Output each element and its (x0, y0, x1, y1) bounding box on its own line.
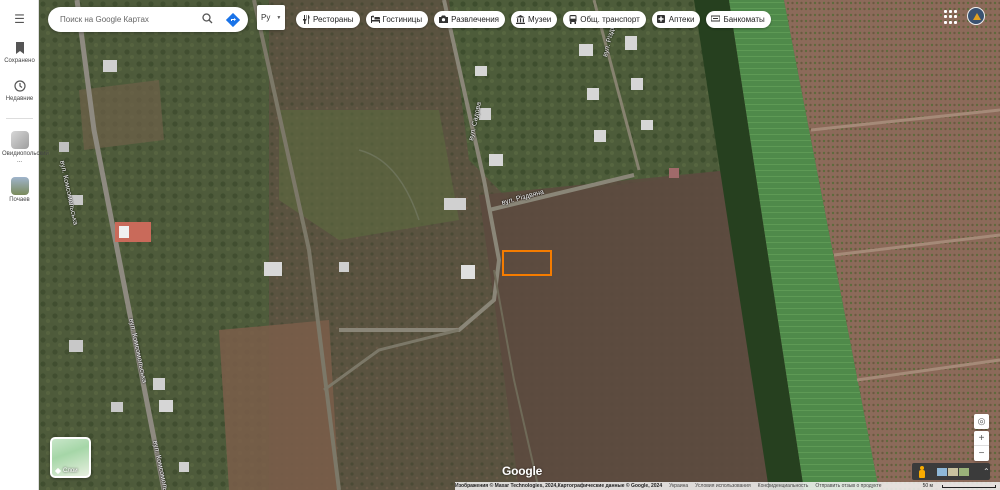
footer-link-country[interactable]: Украина (669, 483, 688, 489)
sidebar-item-recent[interactable]: Недавние (0, 80, 39, 102)
place-thumbnail (10, 131, 29, 149)
camera-icon (439, 15, 449, 24)
place-thumbnail (10, 177, 29, 195)
map-footer: Изображения © Maxar Technologies, 2024,К… (455, 482, 1000, 490)
street-view-bar: ⌃ (912, 463, 990, 480)
chip-restaurants[interactable]: Рестораны (296, 11, 360, 28)
language-value: Ру (261, 13, 271, 22)
footer-link-feedback[interactable]: Отправить отзыв о продукте (815, 483, 881, 489)
scale-label: 50 м (922, 483, 933, 489)
account-avatar[interactable] (967, 7, 985, 25)
sidebar-item-label: Овидиопольский ... (2, 151, 49, 164)
museum-icon (516, 15, 525, 24)
directions-icon[interactable] (225, 12, 241, 27)
chip-label: Музеи (528, 15, 552, 24)
imagery-thumbnails (937, 467, 969, 476)
chip-label: Развлечения (451, 15, 499, 24)
chip-hotels[interactable]: Гостиницы (365, 11, 429, 28)
imagery-thumbnail[interactable] (948, 467, 958, 476)
chip-label: Аптеки (668, 15, 695, 24)
scale-line (942, 484, 996, 488)
sidebar-item-pochaiv[interactable]: Почаев (0, 177, 39, 203)
my-location-button[interactable]: ◎ (974, 414, 989, 429)
satellite-imagery (39, 0, 1000, 490)
chevron-up-icon[interactable]: ⌃ (983, 467, 990, 476)
hotel-icon (370, 15, 380, 24)
search-box (48, 7, 248, 32)
sidebar-item-recent-place[interactable]: Овидиопольский ... (0, 131, 49, 165)
google-apps-icon[interactable] (944, 10, 958, 24)
restaurant-icon (301, 15, 310, 24)
chevron-down-icon: ▼ (276, 14, 282, 21)
bookmark-icon (13, 42, 27, 56)
zoom-in-button[interactable]: + (974, 431, 989, 446)
history-icon (13, 80, 27, 94)
layers-button[interactable]: Слои (50, 437, 91, 478)
atm-icon (710, 15, 721, 24)
pharmacy-icon (657, 15, 666, 24)
chip-pharmacies[interactable]: Аптеки (651, 11, 701, 28)
zoom-out-button[interactable]: − (974, 446, 989, 461)
sidebar-item-saved[interactable]: Сохранено (0, 42, 39, 64)
chip-atms[interactable]: Банкоматы (706, 11, 771, 28)
chip-museums[interactable]: Музеи (511, 11, 558, 28)
google-logo: Google (502, 464, 543, 478)
sidebar-item-label: Почаев (9, 197, 30, 203)
scale-bar[interactable]: 50 м (923, 483, 996, 489)
chip-label: Банкоматы (723, 15, 765, 24)
layers-label: Слои (63, 468, 78, 474)
search-input[interactable] (60, 15, 198, 24)
footer-link-terms[interactable]: Условия использования (695, 483, 751, 489)
attribution-text: Изображения © Maxar Technologies, 2024,К… (455, 483, 663, 489)
search-icon[interactable] (200, 12, 214, 27)
imagery-thumbnail[interactable] (959, 467, 969, 476)
footer-link-privacy[interactable]: Конфиденциальность (758, 483, 809, 489)
pegman-icon[interactable] (917, 465, 927, 478)
chip-entertainment[interactable]: Развлечения (434, 11, 505, 28)
chip-label: Гостиницы (382, 15, 423, 24)
layers-icon (54, 467, 62, 475)
chip-label: Рестораны (313, 15, 354, 24)
chip-label: Общ. транспорт (580, 15, 640, 24)
satellite-map[interactable]: вул. Комсомольська вул. Комсомольська ву… (39, 0, 1000, 490)
transit-icon (568, 15, 577, 24)
chip-transit[interactable]: Общ. транспорт (563, 11, 646, 28)
left-sidebar: ☰ Сохранено Недавние Овидиопольский ... … (0, 0, 49, 490)
sidebar-item-label: Сохранено (4, 58, 35, 64)
menu-icon: ☰ (14, 12, 25, 26)
menu-button[interactable]: ☰ (0, 12, 39, 28)
imagery-thumbnail[interactable] (937, 467, 947, 476)
category-chips: Рестораны Гостиницы Развлечения Музеи Об… (296, 11, 771, 28)
location-icon: ◎ (977, 416, 986, 426)
sidebar-item-label: Недавние (5, 96, 34, 102)
language-select[interactable]: Ру ▼ (257, 5, 285, 30)
zoom-control: + − (974, 431, 989, 461)
sidebar-divider (6, 118, 33, 119)
layers-label-row: Слои (54, 467, 78, 475)
